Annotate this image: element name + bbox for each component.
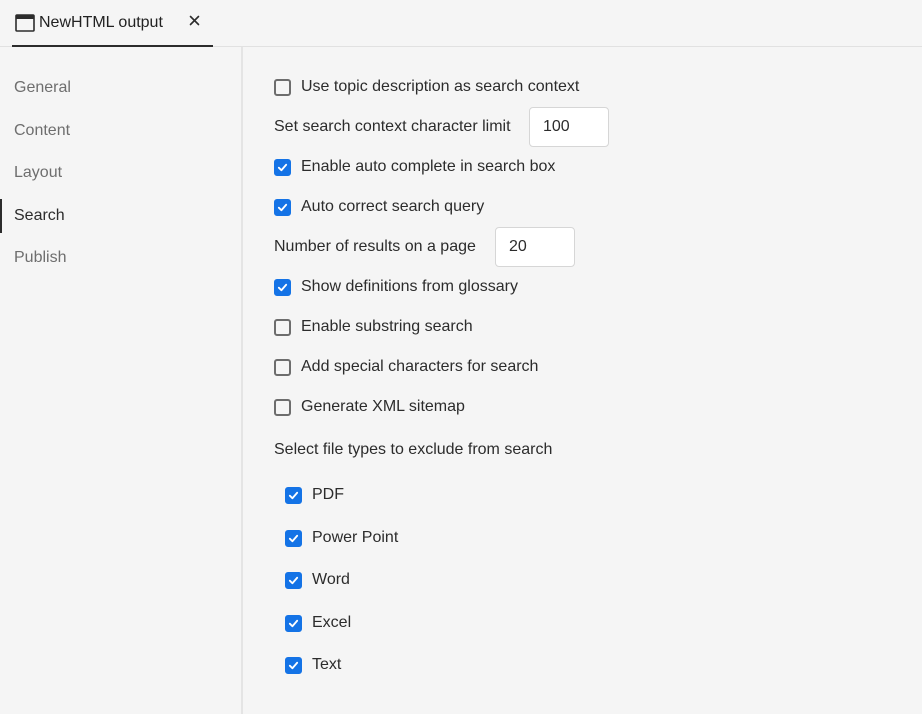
window-icon [15,14,35,32]
auto-correct-label: Auto correct search query [301,198,485,215]
show-definitions-option: Show definitions from glossary [274,278,518,296]
sidebar-item-search[interactable]: Search [0,199,240,233]
context-limit-input[interactable] [529,107,609,147]
xml-sitemap-option: Generate XML sitemap [274,398,465,416]
sidebar-item-publish[interactable]: Publish [0,241,240,275]
search-settings-panel: Use topic description as search context … [245,47,922,714]
auto-correct-option: Auto correct search query [274,198,484,216]
results-per-page-label: Number of results on a page [274,238,476,255]
tab-title: NewHTML output [39,14,163,31]
file-type-text-label: Text [312,656,342,673]
file-type-powerpoint-checkbox[interactable] [285,529,302,547]
checkmark-icon [288,491,299,499]
special-characters-label: Add special characters for search [301,358,539,375]
show-definitions-label: Show definitions from glossary [301,278,518,295]
tab-newhtml-output[interactable]: NewHTML output [12,0,213,47]
file-type-pdf-option: PDF [285,486,344,504]
file-type-word-option: Word [285,571,350,589]
close-icon[interactable] [187,13,203,29]
sidebar-item-general[interactable]: General [0,71,240,105]
xml-sitemap-label: Generate XML sitemap [301,398,465,415]
use-topic-description-label: Use topic description as search context [301,78,580,95]
sidebar-item-content[interactable]: Content [0,114,240,148]
checkmark-icon [288,619,299,627]
checkmark-icon [288,576,299,584]
checkmark-icon [277,283,288,291]
auto-complete-option: Enable auto complete in search box [274,158,555,176]
file-type-pdf-checkbox[interactable] [285,486,302,504]
exclude-file-types-heading: Select file types to exclude from search [274,441,553,458]
file-type-excel-label: Excel [312,614,352,631]
file-type-powerpoint-option: Power Point [285,529,398,547]
show-definitions-checkbox[interactable] [274,278,291,296]
substring-search-label: Enable substring search [301,318,473,335]
file-type-word-label: Word [312,571,350,588]
context-limit-label: Set search context character limit [274,118,511,135]
substring-search-option: Enable substring search [274,318,473,336]
auto-correct-checkbox[interactable] [274,198,291,216]
auto-complete-checkbox[interactable] [274,158,291,176]
special-characters-checkbox[interactable] [274,358,291,376]
file-type-text-checkbox[interactable] [285,656,302,674]
results-per-page-input[interactable] [495,227,575,267]
file-type-pdf-label: PDF [312,486,344,503]
sidebar-item-layout[interactable]: Layout [0,156,240,190]
file-type-text-option: Text [285,656,341,674]
checkmark-icon [277,203,288,211]
checkmark-icon [288,534,299,542]
file-type-word-checkbox[interactable] [285,571,302,589]
checkmark-icon [277,163,288,171]
file-type-excel-option: Excel [285,614,351,632]
tab-bar: NewHTML output [0,0,922,47]
substring-search-checkbox[interactable] [274,318,291,336]
auto-complete-label: Enable auto complete in search box [301,158,556,175]
settings-sidebar: General Content Layout Search Publish [0,47,243,714]
special-characters-option: Add special characters for search [274,358,538,376]
file-type-powerpoint-label: Power Point [312,529,399,546]
checkmark-icon [288,661,299,669]
xml-sitemap-checkbox[interactable] [274,398,291,416]
file-type-excel-checkbox[interactable] [285,614,302,632]
use-topic-description-option: Use topic description as search context [274,78,579,96]
use-topic-description-checkbox[interactable] [274,78,291,96]
